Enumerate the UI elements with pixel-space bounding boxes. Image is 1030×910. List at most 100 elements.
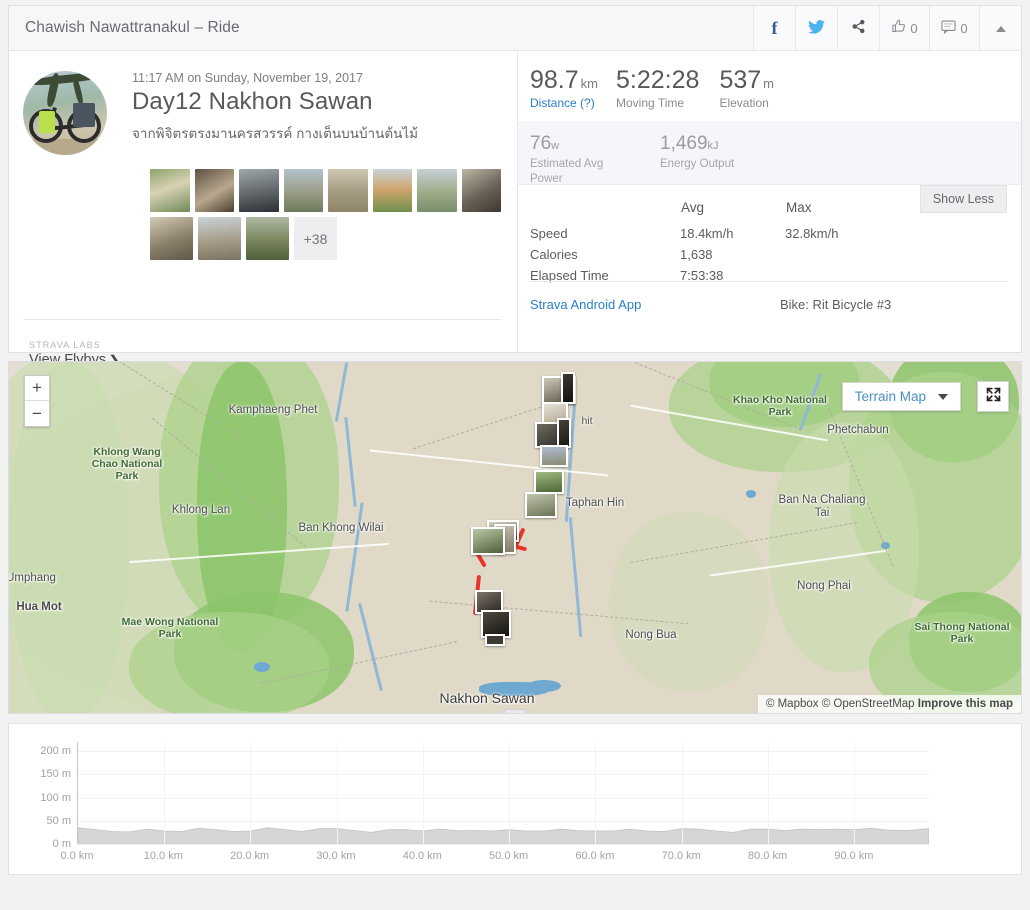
- photo-thumbnail[interactable]: [328, 169, 368, 212]
- map-photo-marker[interactable]: [557, 418, 571, 448]
- photo-row: +38: [150, 217, 501, 260]
- moving-time-number: 5:22:28: [616, 66, 700, 94]
- activity-header: 11:17 AM on Sunday, November 19, 2017 Da…: [23, 69, 501, 155]
- map-label: Khao Kho National Park: [733, 394, 827, 419]
- map-label: Phetchabun: [827, 424, 889, 436]
- chart-gridline: [78, 844, 929, 845]
- comment-count: 0: [960, 20, 968, 36]
- energy-unit: kJ: [707, 140, 719, 153]
- page-scrollbar[interactable]: [1022, 0, 1030, 910]
- chart-x-tick: 0.0 km: [60, 850, 94, 862]
- map-photo-marker[interactable]: [534, 470, 564, 494]
- activity-timestamp: 11:17 AM on Sunday, November 19, 2017: [132, 71, 363, 85]
- chart-gridline: [336, 742, 338, 844]
- map-label: hit: [581, 415, 593, 427]
- elevation-unit: m: [763, 76, 774, 91]
- chart-x-tick: 50.0 km: [489, 850, 529, 862]
- gear-label: Bike: Rit Bicycle #3: [780, 297, 892, 312]
- collapse-button[interactable]: [979, 6, 1021, 50]
- photo-thumbnail[interactable]: [150, 217, 193, 260]
- activity-meta: 11:17 AM on Sunday, November 19, 2017 Da…: [107, 69, 418, 155]
- distance-value: 98.7 km: [530, 67, 598, 93]
- photo-thumbnail[interactable]: [239, 169, 279, 212]
- strava-activity-page: Chawish Nawattranakul – Ride f 0 0 11:17…: [0, 0, 1030, 910]
- twitter-share-button[interactable]: [795, 6, 837, 50]
- comments-button[interactable]: 0: [929, 6, 979, 50]
- photo-thumbnail[interactable]: [246, 217, 289, 260]
- map-label: Mae Wong National Park: [121, 616, 219, 641]
- activity-title[interactable]: Day12 Nakhon Sawan: [132, 88, 418, 116]
- map-type-dropdown[interactable]: Terrain Map: [841, 382, 961, 411]
- chart-gridline: [681, 742, 683, 844]
- elevation-number: 537: [719, 66, 762, 94]
- elevation-chart[interactable]: 0 m 50 m 100 m 150 m 200 m 0.0 km 10.0 km 20.0…: [8, 723, 1022, 875]
- map-fullscreen-button[interactable]: [977, 381, 1009, 412]
- chart-y-tick: 100 m: [40, 791, 71, 804]
- share-button[interactable]: [837, 6, 879, 50]
- map-resize-handle[interactable]: [504, 709, 526, 713]
- chart-gridline: [509, 742, 511, 844]
- photo-thumbnail[interactable]: [198, 217, 241, 260]
- photo-thumbnail[interactable]: [150, 169, 190, 212]
- photo-thumbnail[interactable]: [372, 169, 412, 212]
- chart-y-tick: 50 m: [46, 814, 71, 827]
- photo-thumbnail[interactable]: [283, 169, 323, 212]
- map-label: Nong Phai: [797, 580, 851, 592]
- distance-unit: km: [580, 76, 599, 91]
- map-label: Kamphaeng Phet: [228, 404, 318, 416]
- avg-power-value: 76w: [530, 133, 615, 155]
- twitter-icon: [808, 19, 825, 37]
- activity-map[interactable]: Kamphaeng Phet Khao Kho National Park Phetc…: [8, 361, 1022, 714]
- window-titlebar: Chawish Nawattranakul – Ride f 0 0: [9, 6, 1021, 51]
- photo-thumbnail[interactable]: [417, 169, 457, 212]
- source-app-link[interactable]: Strava Android App: [530, 297, 780, 312]
- facebook-share-button[interactable]: f: [753, 6, 795, 50]
- table-row: Calories 1,638: [530, 244, 930, 265]
- moving-time-label: Moving Time: [616, 96, 685, 111]
- avatar[interactable]: [23, 71, 107, 155]
- map-photo-marker[interactable]: [561, 372, 575, 404]
- map-photo-marker[interactable]: [471, 527, 505, 555]
- avg-power-number: 76: [530, 133, 552, 155]
- col-metric: [530, 199, 680, 223]
- photo-thumbnail[interactable]: [461, 169, 501, 212]
- chart-inner: 0 m 50 m 100 m 150 m 200 m 0.0 km 10.0 km 20.0…: [9, 724, 1021, 874]
- row-label: Speed: [530, 226, 568, 242]
- chart-x-tick: 40.0 km: [402, 850, 442, 862]
- chart-gridline: [853, 742, 855, 844]
- avg-power-label: Estimated Avg Power: [530, 158, 604, 185]
- map-photo-marker[interactable]: [485, 634, 505, 646]
- activity-description: จากพิจิตรตรงมานครสวรรค์ กางเต็นบนบ้านต้น…: [132, 126, 419, 141]
- share-icon: [851, 19, 866, 37]
- map-photo-marker[interactable]: [525, 492, 557, 518]
- chart-gridline: [78, 797, 929, 799]
- improve-map-link[interactable]: Improve this map: [918, 698, 1013, 710]
- photo-thumbnail[interactable]: [194, 169, 234, 212]
- zoom-in-button[interactable]: +: [25, 376, 49, 401]
- map-zoom-controls[interactable]: + −: [24, 375, 50, 427]
- strava-labs-kicker: STRAVA LABS: [29, 340, 101, 350]
- activity-summary-pane: 11:17 AM on Sunday, November 19, 2017 Da…: [9, 51, 518, 368]
- elevation-area-path: [78, 742, 929, 844]
- kudos-button[interactable]: 0: [879, 6, 929, 50]
- map-label: Nong Bua: [625, 629, 677, 641]
- map-label: Khlong Wang Chao National Park: [91, 446, 163, 483]
- map-canvas[interactable]: Kamphaeng Phet Khao Kho National Park Phetc…: [9, 362, 1021, 713]
- distance-label[interactable]: Distance (?): [530, 96, 598, 110]
- elevation-value: 537 m: [719, 67, 774, 93]
- chevron-up-icon: [995, 21, 1007, 36]
- row-avg: 1,638: [680, 247, 713, 263]
- row-max: [785, 244, 930, 265]
- chart-plot-area[interactable]: [77, 742, 929, 845]
- zoom-out-button[interactable]: −: [25, 401, 49, 426]
- map-photo-marker[interactable]: [540, 445, 568, 467]
- photos-more-button[interactable]: +38: [294, 217, 337, 260]
- table-row: Speed 18.4km/h 32.8km/h: [530, 223, 930, 244]
- chart-x-tick: 20.0 km: [230, 850, 270, 862]
- stat-distance: 98.7 km Distance (?): [530, 67, 616, 110]
- chart-y-tick: 200 m: [40, 745, 71, 758]
- primary-stats: 98.7 km Distance (?) 5:22:28 Moving Time …: [518, 51, 1021, 122]
- bottom-bar: [0, 880, 1030, 910]
- activity-stats-pane: 98.7 km Distance (?) 5:22:28 Moving Time …: [518, 51, 1021, 353]
- show-less-button[interactable]: Show Less: [919, 185, 1007, 214]
